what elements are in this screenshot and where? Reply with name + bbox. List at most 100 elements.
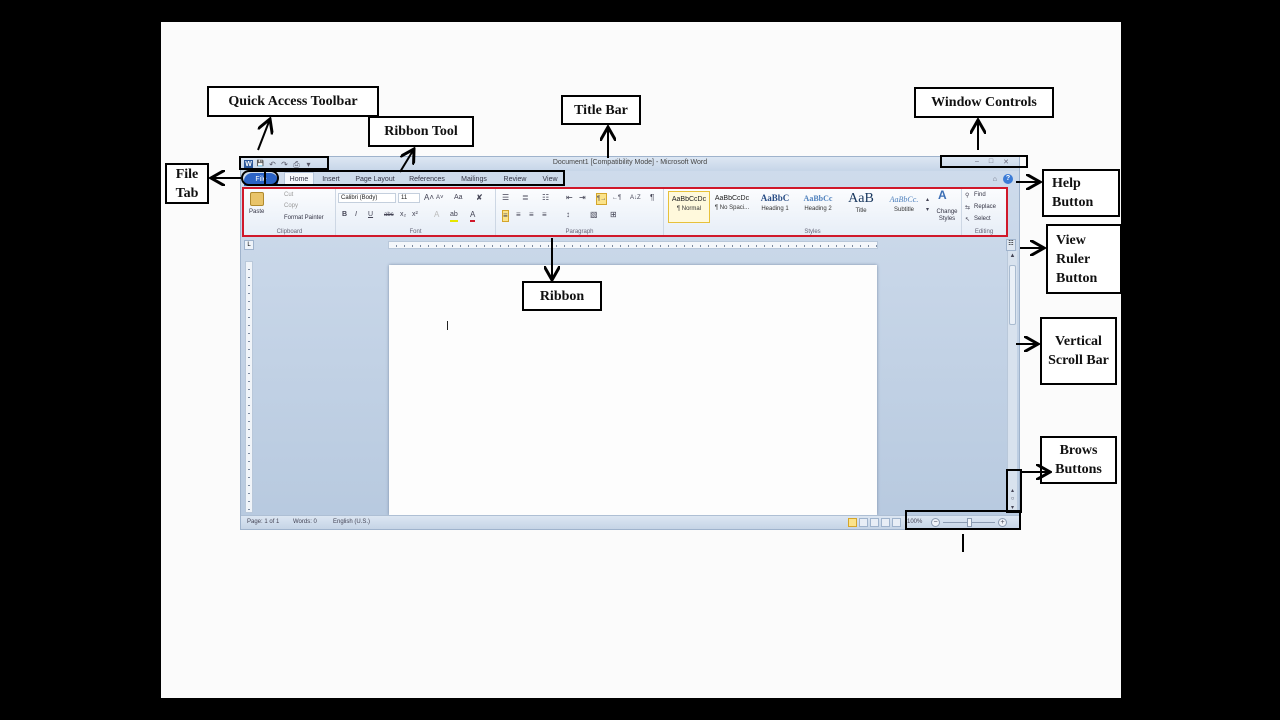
ribbon-tabs: File Home Insert Page Layout References … <box>241 171 1019 187</box>
center-icon[interactable]: ≡ <box>516 210 521 220</box>
word-count[interactable]: Words: 0 <box>293 519 317 525</box>
font-color-icon[interactable]: A <box>470 210 476 222</box>
tab-mailings[interactable]: Mailings <box>452 173 496 186</box>
tab-selector-button[interactable]: L <box>244 240 254 250</box>
minimize-ribbon-icon[interactable]: ⌂ <box>993 176 997 183</box>
callout-help-button: Help Button <box>1042 169 1120 217</box>
full-screen-reading-icon[interactable] <box>859 518 868 527</box>
zoom-slider-thumb[interactable] <box>967 518 972 527</box>
document-page[interactable] <box>389 265 877 515</box>
zoom-level[interactable]: 100% <box>907 519 922 525</box>
tab-home[interactable]: Home <box>284 172 314 186</box>
select-cursor-icon: ↖ <box>965 217 971 223</box>
ltr-icon[interactable]: ¶→ <box>596 193 608 205</box>
select-browse-object-icon[interactable]: ○ <box>1011 496 1015 502</box>
zoom-out-icon[interactable]: − <box>931 518 940 527</box>
scroll-thumb[interactable] <box>1009 265 1016 325</box>
callout-title-bar: Title Bar <box>561 95 641 125</box>
style-no-spacing[interactable]: AaBbCcDc ¶ No Spaci... <box>711 191 753 223</box>
show-marks-icon[interactable]: ¶ <box>650 193 654 203</box>
style-heading-2[interactable]: AaBbCc Heading 2 <box>797 191 839 223</box>
rtl-icon[interactable]: ←¶ <box>612 193 621 203</box>
minimize-button[interactable]: – <box>975 158 979 166</box>
title-bar: W 💾 ↶ ↷ ⎙ ▾ Document1 [Compatibility Mod… <box>241 157 1019 171</box>
line-spacing-icon[interactable]: ↕ <box>566 210 570 220</box>
web-layout-icon[interactable] <box>870 518 879 527</box>
find-button[interactable]: Find <box>974 192 986 198</box>
print-layout-icon[interactable] <box>848 518 857 527</box>
ribbon: Paste Cut Copy Format Painter Clipboard … <box>242 187 1008 237</box>
italic-icon[interactable]: I <box>355 210 357 220</box>
next-page-icon[interactable]: ▾ <box>1011 504 1014 511</box>
align-left-icon[interactable]: ≡ <box>502 210 509 222</box>
tab-view[interactable]: View <box>534 173 566 186</box>
grow-font-icon[interactable]: A˄ <box>424 193 434 203</box>
styles-label: Styles <box>804 229 821 235</box>
page-count[interactable]: Page: 1 of 1 <box>247 519 279 525</box>
vertical-ruler[interactable] <box>245 261 253 513</box>
previous-page-icon[interactable]: ▴ <box>1011 487 1014 494</box>
tab-insert[interactable]: Insert <box>314 173 348 186</box>
view-ruler-icon[interactable]: ☷ <box>1006 239 1016 251</box>
copy-button[interactable]: Copy <box>284 203 298 209</box>
font-label: Font <box>409 229 422 235</box>
tab-file[interactable]: File <box>244 172 278 186</box>
decrease-indent-icon[interactable]: ⇤ <box>566 193 573 203</box>
superscript-icon[interactable]: x² <box>412 210 418 220</box>
outline-icon[interactable] <box>881 518 890 527</box>
style-subtitle[interactable]: AaBbCc. Subtitle <box>883 191 925 223</box>
callout-brows-buttons: Brows Buttons <box>1040 436 1117 484</box>
horizontal-ruler[interactable] <box>388 241 878 249</box>
increase-indent-icon[interactable]: ⇥ <box>579 193 586 203</box>
underline-icon[interactable]: U <box>368 210 373 220</box>
change-styles-icon[interactable]: A <box>938 189 947 201</box>
sort-icon[interactable]: A↓Z <box>630 193 641 203</box>
shrink-font-icon[interactable]: A˅ <box>436 193 444 203</box>
replace-icon: ⇆ <box>965 205 971 211</box>
font-size-dropdown[interactable]: 11 <box>398 193 420 203</box>
change-case-icon[interactable]: Aa <box>454 193 463 203</box>
style-heading-1[interactable]: AaBbC Heading 1 <box>754 191 796 223</box>
help-icon[interactable]: ? <box>1003 174 1013 184</box>
vertical-scroll-bar[interactable]: ▲ ▴ ○ ▾ <box>1007 251 1017 513</box>
bullets-icon[interactable]: ☰ <box>502 193 509 203</box>
numbering-icon[interactable]: ≣ <box>522 193 529 203</box>
close-button[interactable]: ✕ <box>1003 158 1009 166</box>
styles-scroll-icon[interactable]: ▴ ▾ <box>926 195 929 215</box>
subscript-icon[interactable]: x₂ <box>400 210 406 220</box>
format-painter-button[interactable]: Format Painter <box>284 215 324 221</box>
callout-view-ruler-button: View Ruler Button <box>1046 224 1122 294</box>
replace-button[interactable]: Replace <box>974 204 996 210</box>
select-button[interactable]: Select <box>974 216 991 222</box>
justify-icon[interactable]: ≡ <box>542 210 547 220</box>
bold-icon[interactable]: B <box>342 210 347 220</box>
align-right-icon[interactable]: ≡ <box>529 210 534 220</box>
shading-icon[interactable]: ▧ <box>590 210 598 220</box>
text-effects-icon[interactable]: A <box>434 210 439 220</box>
multilevel-list-icon[interactable]: ☷ <box>542 193 549 203</box>
highlight-icon[interactable]: ab <box>450 210 458 222</box>
paste-icon[interactable] <box>250 192 264 206</box>
scroll-up-icon[interactable]: ▲ <box>1008 253 1017 261</box>
clear-formatting-icon[interactable]: ✘ <box>476 193 483 203</box>
borders-icon[interactable]: ⊞ <box>610 210 617 220</box>
callout-ribbon: Ribbon <box>522 281 602 311</box>
cut-button[interactable]: Cut <box>284 192 293 198</box>
tab-review[interactable]: Review <box>496 173 534 186</box>
callout-vertical-scroll-bar: Vertical Scroll Bar <box>1040 317 1117 385</box>
view-buttons <box>848 518 901 527</box>
tab-page-layout[interactable]: Page Layout <box>348 173 402 186</box>
restore-button[interactable]: □ <box>989 158 993 166</box>
clipboard-label: Clipboard <box>276 229 303 235</box>
style-normal[interactable]: AaBbCcDc ¶ Normal <box>668 191 710 223</box>
tab-references[interactable]: References <box>402 173 452 186</box>
font-group: Calibri (Body) 11 A˄ A˅ Aa ✘ B I U abc x… <box>336 189 496 235</box>
language-indicator[interactable]: English (U.S.) <box>333 519 370 525</box>
style-title[interactable]: AaB Title <box>840 191 882 223</box>
paste-button[interactable]: Paste <box>249 209 264 215</box>
change-styles-button[interactable]: Change Styles <box>932 209 962 223</box>
strikethrough-icon[interactable]: abc <box>384 210 394 220</box>
draft-icon[interactable] <box>892 518 901 527</box>
zoom-in-icon[interactable]: + <box>998 518 1007 527</box>
font-name-dropdown[interactable]: Calibri (Body) <box>338 193 396 203</box>
